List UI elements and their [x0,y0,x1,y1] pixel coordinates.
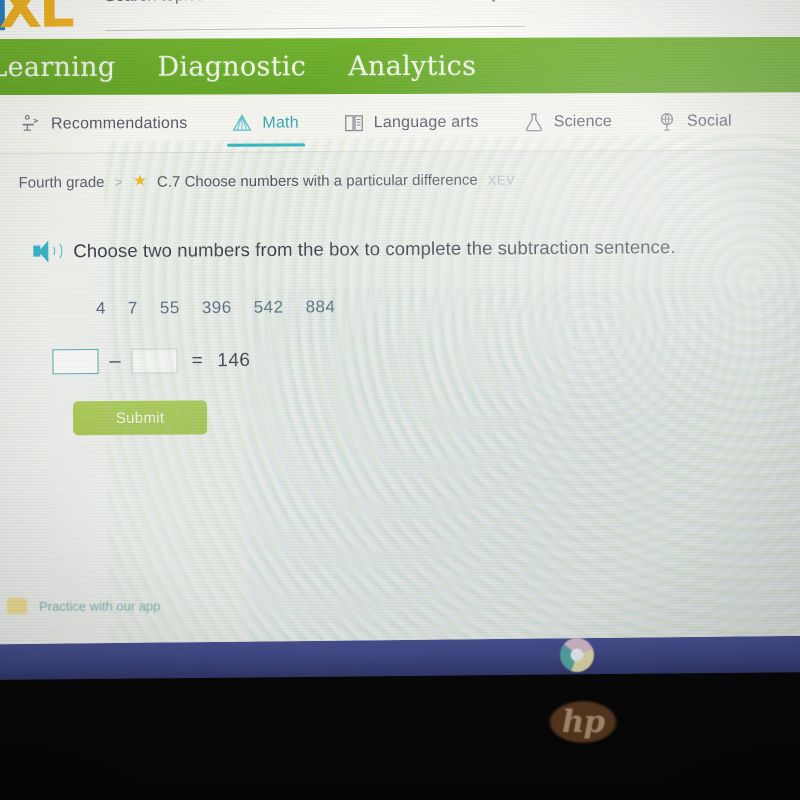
tab-recommendations-label: Recommendations [50,114,188,133]
breadcrumb: Fourth grade > ★ C.7 Choose numbers with… [19,164,719,196]
submit-button[interactable]: Submit [72,400,208,436]
equals-sign: = [191,349,204,371]
ixl-logo[interactable]: XL [0,0,93,42]
number-choice[interactable]: 884 [305,297,335,317]
number-choice[interactable]: 7 [128,299,138,319]
chrome-icon[interactable] [560,638,594,672]
search-icon[interactable] [477,0,499,5]
nav-item-learning[interactable]: Learning [0,51,115,82]
tab-science-label: Science [553,113,613,131]
browser-viewport: XL Search topics and skills Learning Dia… [0,0,800,645]
globe-icon [656,111,678,133]
tab-language-arts[interactable]: Language arts [343,94,479,153]
answer-box-subtrahend[interactable] [131,348,178,374]
number-choice[interactable]: 4 [96,299,106,319]
answer-box-minuend[interactable] [52,349,99,375]
tab-math[interactable]: Math [231,94,299,152]
primary-nav: Learning Diagnostic Analytics [0,36,800,96]
tab-science[interactable]: Science [523,93,613,151]
search-placeholder: Search topics and skills [105,0,277,6]
search-icon-handle [488,0,496,2]
tab-recommendations[interactable]: Recommendations [20,95,188,154]
flask-icon [523,111,545,133]
number-choice[interactable]: 542 [254,297,284,317]
moire-artifact [104,133,800,645]
search-input[interactable]: Search topics and skills [105,0,525,32]
book-icon [343,112,365,134]
number-choice-box: 4 7 55 396 542 884 [96,297,336,319]
question-prompt-text: Choose two numbers from the box to compl… [73,236,676,262]
question-prompt-row: Choose two numbers from the box to compl… [33,235,773,263]
breadcrumb-separator: > [114,173,123,190]
speaker-icon[interactable] [33,240,63,263]
number-choice[interactable]: 396 [202,298,232,318]
speaker-icon-wave-2 [50,241,63,261]
equation-result: 146 [217,349,251,371]
breadcrumb-grade[interactable]: Fourth grade [19,173,105,191]
nav-item-analytics[interactable]: Analytics [348,50,476,81]
hp-logo: hp [548,700,618,744]
skill-code: XEV [487,171,516,188]
tab-language-arts-label: Language arts [373,113,479,132]
app-promo-footer[interactable]: Practice with our app [0,589,800,621]
equation-row: – = 146 [52,348,251,375]
number-choice[interactable]: 55 [160,298,180,318]
tab-social-studies[interactable]: Social [656,93,732,151]
tab-math-label: Math [262,114,299,132]
nav-item-diagnostic[interactable]: Diagnostic [157,51,306,82]
minus-operator: – [109,349,121,372]
favorite-star-icon[interactable]: ★ [133,173,147,190]
recommendations-icon [20,114,42,136]
ixl-logo-xl-text: XL [0,0,72,42]
tab-social-studies-label: Social [686,112,732,130]
breadcrumb-skill-title: C.7 Choose numbers with a particular dif… [156,171,478,191]
app-promo-label: Practice with our app [39,598,161,614]
screenshot-root: hp XL Search topics and skills [0,0,800,800]
math-pyramid-icon [231,113,253,135]
app-icon [7,597,28,615]
subject-tab-bar: Recommendations Math Language arts Scien… [0,92,800,154]
laptop-screen: XL Search topics and skills Learning Dia… [0,0,800,645]
